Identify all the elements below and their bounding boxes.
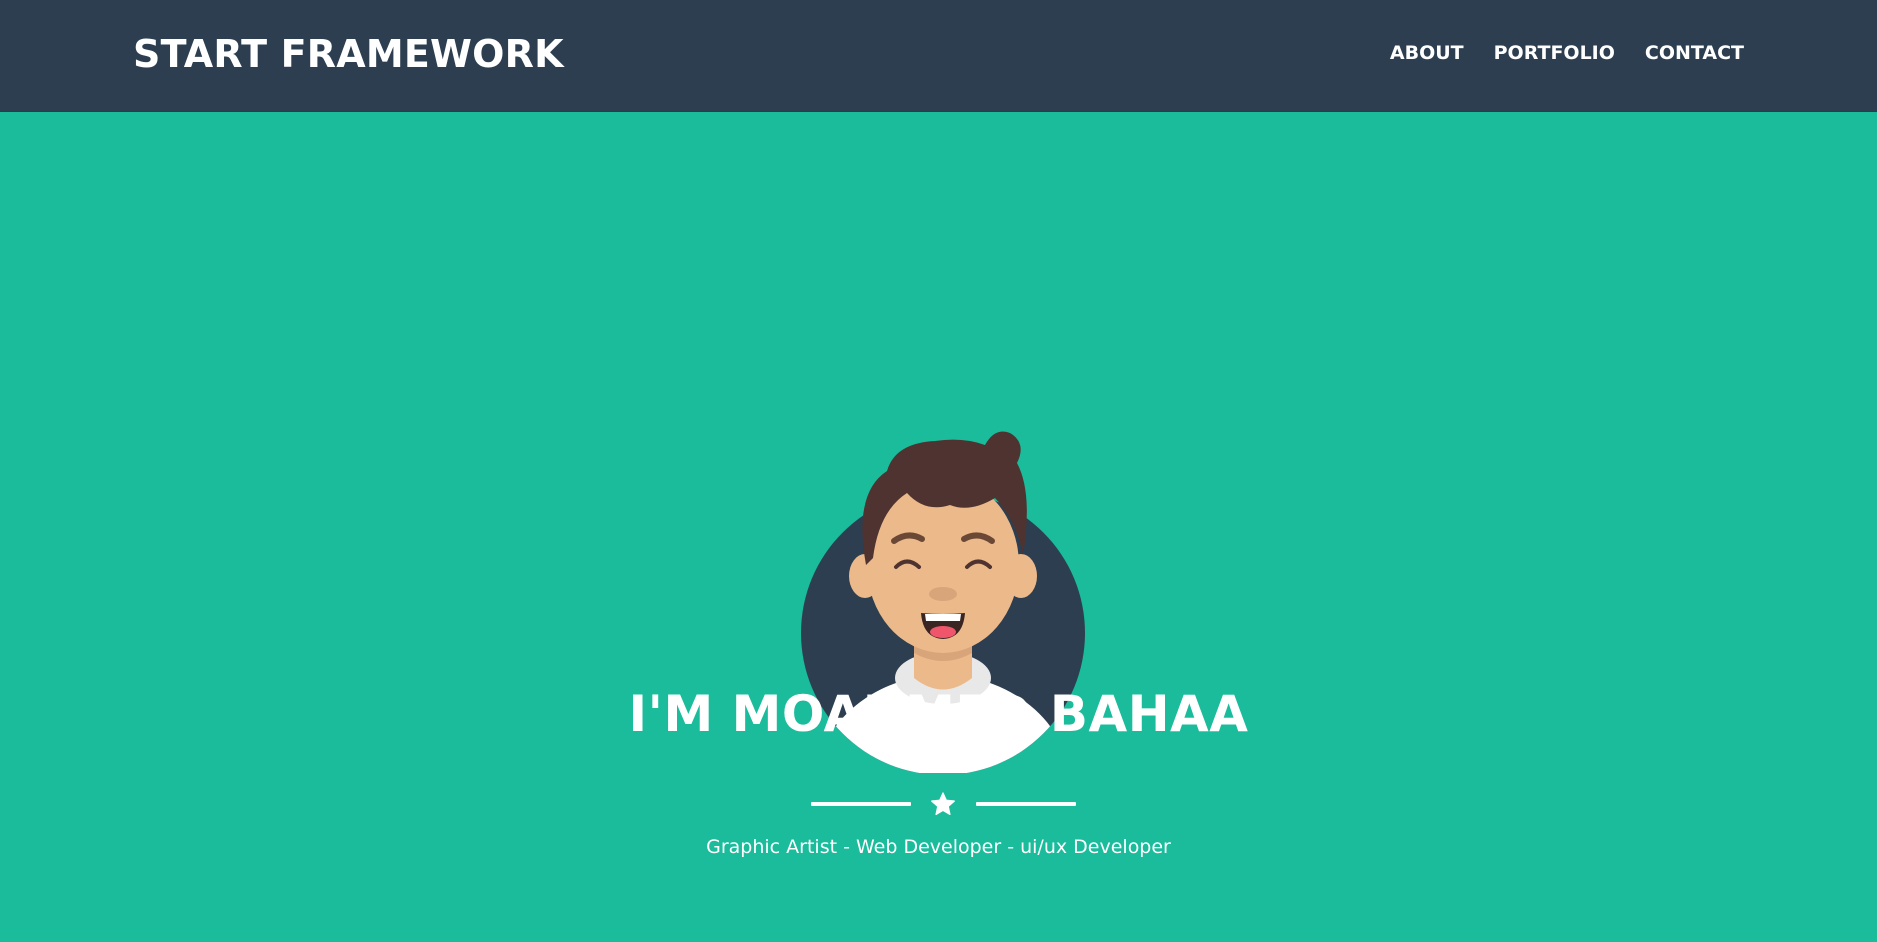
navbar: START FRAMEWORK ABOUT PORTFOLIO CONTACT — [0, 0, 1877, 112]
hero-subtitle: Graphic Artist - Web Developer - ui/ux D… — [706, 836, 1171, 858]
star-divider — [811, 789, 1076, 819]
nav-item-portfolio: PORTFOLIO — [1494, 40, 1615, 66]
nose — [929, 587, 957, 601]
tongue — [930, 626, 956, 638]
hero-title: I'M MOAHMED BAHAA — [628, 685, 1249, 743]
nav-item-about: ABOUT — [1390, 40, 1464, 66]
nav-item-contact: CONTACT — [1645, 40, 1744, 66]
nav-menu: ABOUT PORTFOLIO CONTACT — [1390, 40, 1744, 66]
nav-link-about[interactable]: ABOUT — [1390, 42, 1464, 64]
hero-section: I'M MOAHMED BAHAA Graphic Artist - Web D… — [0, 113, 1877, 942]
nav-link-portfolio[interactable]: PORTFOLIO — [1494, 42, 1615, 64]
divider-line-left — [811, 802, 911, 806]
nav-link-contact[interactable]: CONTACT — [1645, 42, 1744, 64]
brand-logo-link[interactable]: START FRAMEWORK — [133, 30, 564, 78]
teeth — [925, 614, 961, 621]
star-icon — [931, 792, 955, 816]
divider-line-right — [976, 802, 1076, 806]
